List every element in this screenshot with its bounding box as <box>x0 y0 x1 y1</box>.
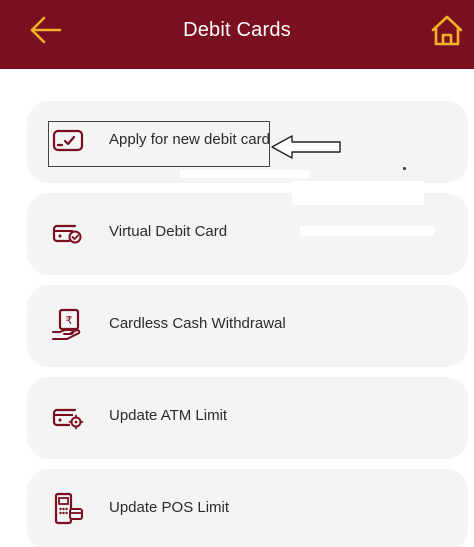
home-icon <box>431 15 463 46</box>
redaction-bar <box>180 170 310 178</box>
update-pos-limit-item[interactable]: Update POS Limit <box>27 469 468 547</box>
cardless-cash-withdrawal-item[interactable]: ₹ Cardless Cash Withdrawal <box>27 285 468 367</box>
stray-dot <box>403 167 406 170</box>
virtual-debit-card-label: Virtual Debit Card <box>109 223 228 240</box>
redaction-bar <box>292 181 424 205</box>
svg-text:₹: ₹ <box>66 314 73 327</box>
highlight-box <box>48 121 270 167</box>
update-pos-limit-label: Update POS Limit <box>109 499 230 516</box>
pos-terminal-icon <box>51 492 85 526</box>
update-atm-limit-item[interactable]: Update ATM Limit <box>27 377 468 459</box>
cash-hand-icon: ₹ <box>51 308 85 342</box>
app-header: Debit Cards <box>0 0 474 69</box>
page-title: Debit Cards <box>183 19 291 41</box>
cardless-cash-withdrawal-label: Cardless Cash Withdrawal <box>109 315 286 332</box>
home-button[interactable] <box>428 12 466 50</box>
card-settings-icon <box>51 400 85 434</box>
pointer-arrow-icon <box>271 135 341 159</box>
update-atm-limit-label: Update ATM Limit <box>109 407 228 424</box>
virtual-card-icon <box>51 216 85 250</box>
redaction-bar <box>300 226 434 236</box>
